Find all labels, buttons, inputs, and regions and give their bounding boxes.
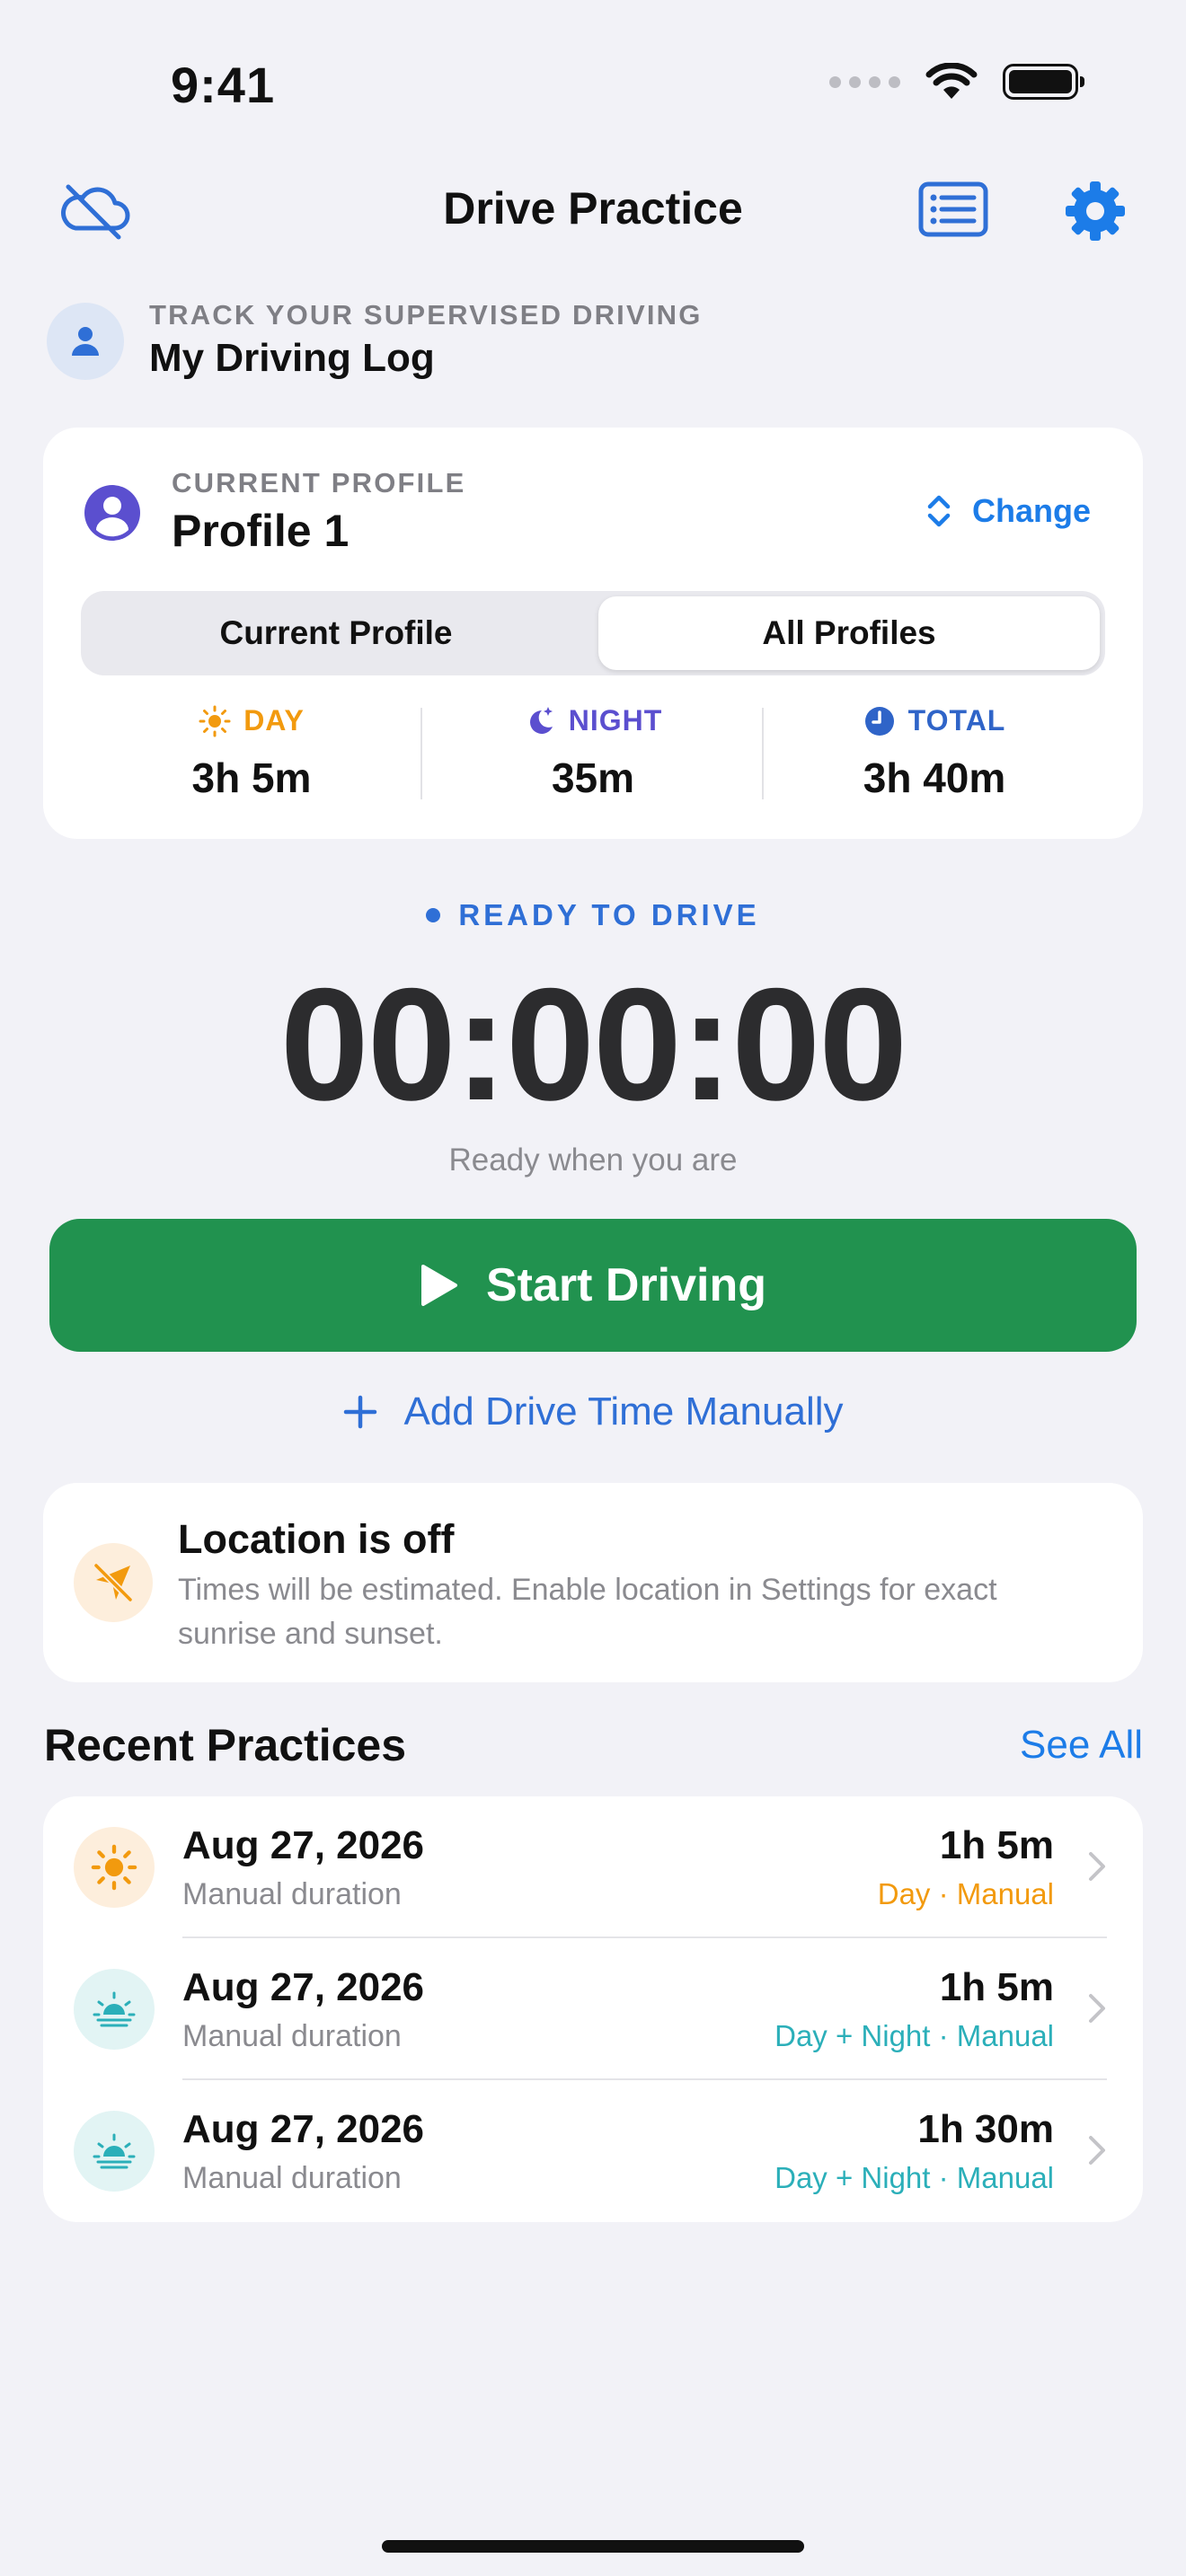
drive-status-label: READY TO DRIVE [458,898,760,931]
stat-night-value: 35m [551,754,635,801]
log-list-icon[interactable] [918,180,988,239]
wifi-icon [925,63,978,99]
avatar [47,303,124,380]
play-icon [420,1265,457,1306]
gear-icon[interactable] [1062,178,1128,244]
nav-title: Drive Practice [443,183,743,234]
row-badge [74,2111,155,2192]
chevron-right-icon [1089,1852,1105,1881]
home-indicator[interactable] [382,2540,804,2553]
person-icon [72,327,99,356]
recent-practices-list: Aug 27, 2026 Manual duration 1h 5m Day ·… [43,1796,1143,2222]
drive-timer: 00:00:00 [279,955,908,1134]
stat-total: TOTAL 3h 40m [764,704,1105,802]
profile-name: Profile 1 [172,506,350,556]
plus-icon [344,1395,377,1429]
add-manual-time-label: Add Drive Time Manually [403,1389,844,1434]
stat-night-label: NIGHT [568,704,663,737]
row-date: Aug 27, 2026 [182,1965,425,2009]
segment-current-profile[interactable]: Current Profile [86,596,586,670]
row-subtitle: Manual duration [182,2019,402,2053]
chevron-right-icon [1089,2136,1105,2165]
status-dot [426,908,441,922]
recent-practices-title: Recent Practices [44,1720,407,1770]
add-manual-time-button[interactable]: Add Drive Time Manually [0,1389,1186,1434]
location-slash-icon [93,1562,134,1603]
profile-eyebrow: CURRENT PROFILE [172,467,466,498]
header-title: My Driving Log [149,336,435,380]
row-badge [74,1969,155,2050]
row-tag: Day + Night · Manual [774,2019,1054,2052]
start-driving-button[interactable]: Start Driving [49,1219,1137,1352]
stat-total-label: TOTAL [907,704,1006,737]
start-driving-label: Start Driving [485,1259,767,1311]
stat-night: NIGHT 35m [422,704,764,802]
row-tag: Day + Night · Manual [774,2161,1054,2194]
list-item[interactable]: Aug 27, 2026 Manual duration 1h 5m Day +… [43,1938,1139,2080]
location-off-badge [74,1543,153,1622]
stat-day: DAY 3h 5m [81,704,422,802]
chevron-right-icon [1089,1994,1105,2023]
sunset-icon [93,1991,136,2027]
sun-icon [199,705,231,737]
row-date: Aug 27, 2026 [182,2107,425,2151]
sunset-icon [93,2133,136,2169]
clock-icon [864,706,894,736]
list-item[interactable]: Aug 27, 2026 Manual duration 1h 5m Day ·… [43,1796,1139,1938]
stat-day-value: 3h 5m [191,754,312,801]
stat-day-label: DAY [243,704,305,737]
row-subtitle: Manual duration [182,1877,402,1911]
battery-icon [1003,64,1084,100]
status-indicators [829,63,1084,101]
row-date: Aug 27, 2026 [182,1823,425,1867]
row-subtitle: Manual duration [182,2161,402,2195]
see-all-link[interactable]: See All [1020,1723,1143,1768]
profile-icon [83,483,142,543]
change-label: Change [972,492,1092,529]
chevron-up-down-icon [927,495,951,527]
row-tag: Day · Manual [877,1877,1054,1910]
moon-stars-icon [529,706,553,734]
header-eyebrow: TRACK YOUR SUPERVISED DRIVING [149,299,703,331]
drive-status: READY TO DRIVE [0,898,1186,932]
row-duration: 1h 30m [917,2107,1054,2151]
profile-scope-segmented-control: Current Profile All Profiles [81,591,1105,675]
change-profile-button[interactable]: Change [925,492,1091,530]
row-badge [74,1827,155,1908]
list-item[interactable]: Aug 27, 2026 Manual duration 1h 30m Day … [43,2080,1139,2222]
row-duration: 1h 5m [939,1823,1054,1867]
row-duration: 1h 5m [939,1965,1054,2009]
stat-total-value: 3h 40m [863,754,1006,801]
signal-icon [829,75,900,88]
sun-icon [91,1844,137,1891]
segment-all-profiles[interactable]: All Profiles [598,596,1100,670]
location-notice-body: Times will be estimated. Enable location… [178,1573,997,1651]
drive-subtitle: Ready when you are [448,1142,738,1178]
location-notice-title: Location is off [178,1516,455,1562]
status-time: 9:41 [171,57,276,113]
